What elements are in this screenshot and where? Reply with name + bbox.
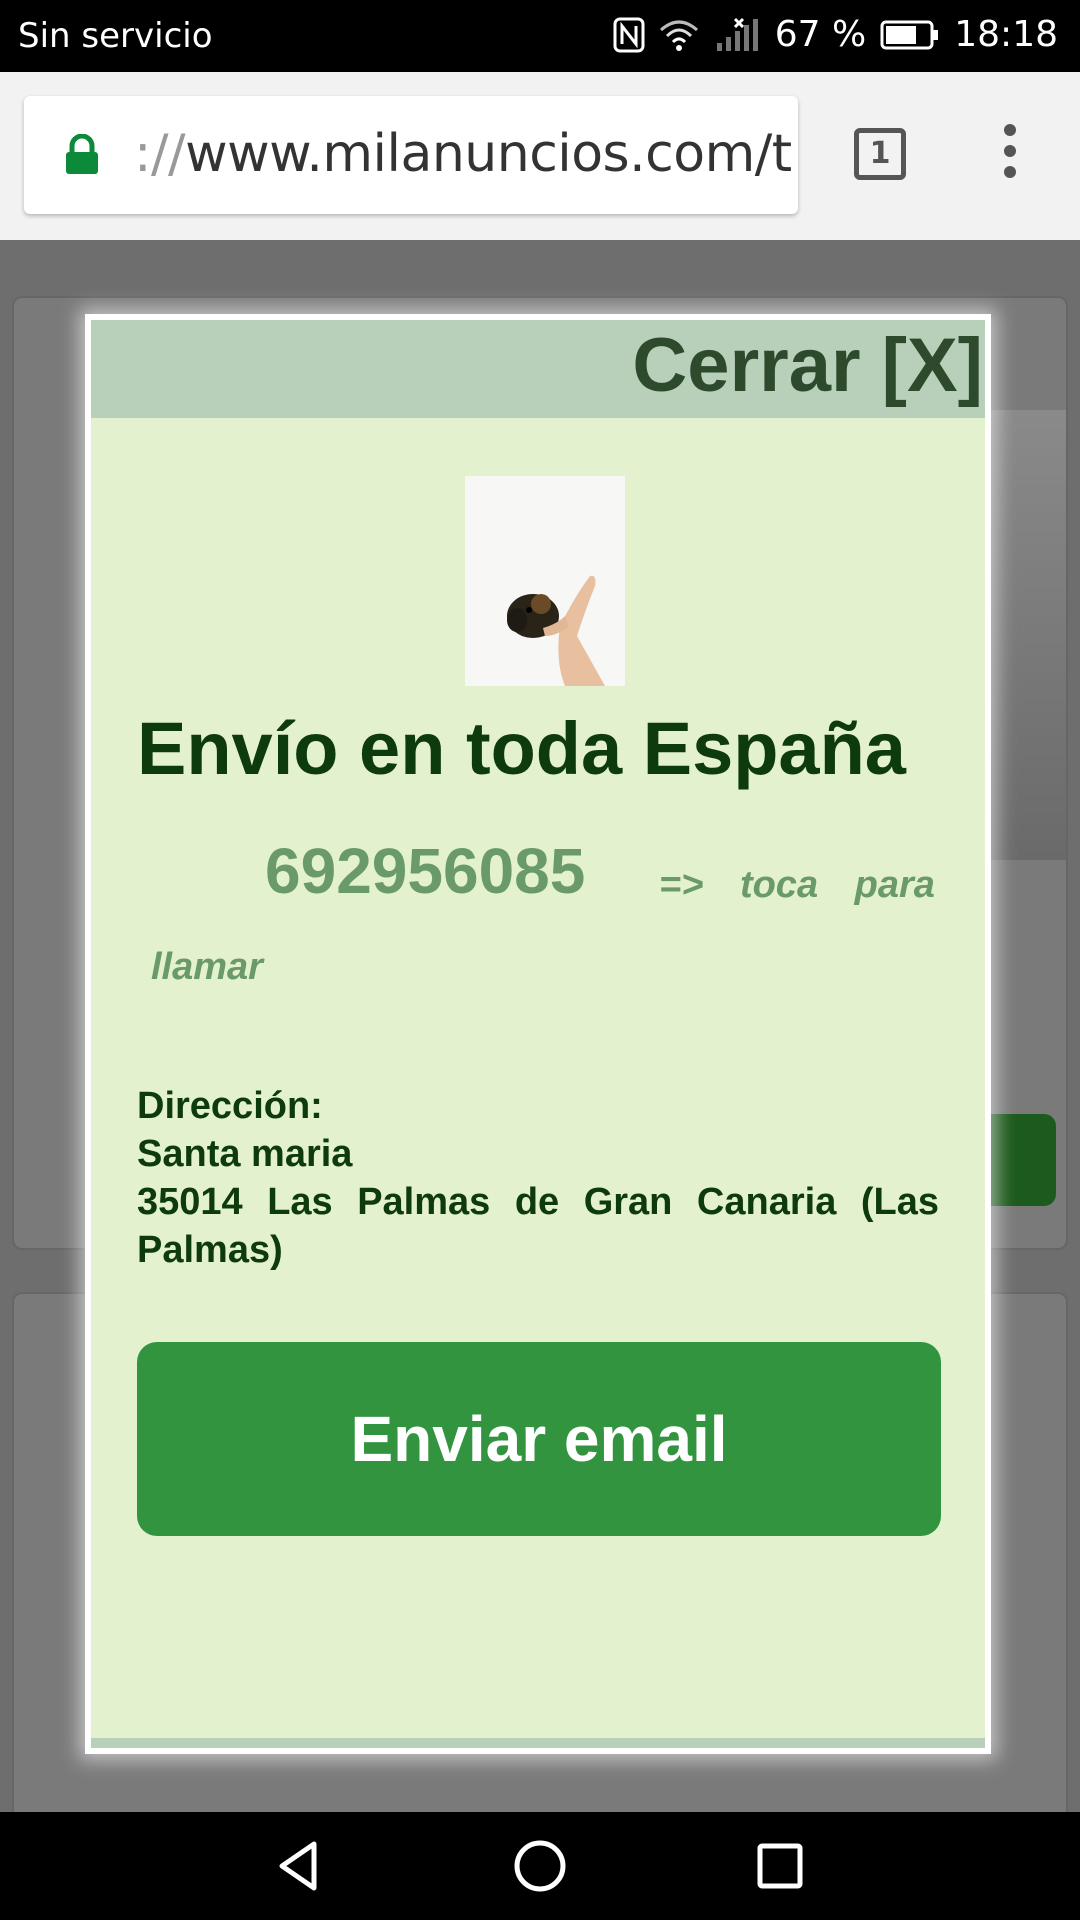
call-hint-continuation[interactable]: llamar	[151, 946, 263, 989]
recents-icon[interactable]	[750, 1836, 810, 1896]
wifi-icon	[659, 18, 699, 52]
modal-header: Cerrar [X]	[91, 320, 985, 418]
signal-icon	[713, 17, 761, 53]
address-label: Dirección:	[137, 1085, 323, 1127]
clock: 18:18	[954, 14, 1058, 55]
navigation-bar	[0, 1812, 1080, 1920]
battery-percent: 67 %	[774, 14, 867, 55]
address-line-1: Santa maria	[137, 1133, 353, 1175]
address-block: Dirección: Santa maria 35014 Las Palmas …	[137, 1082, 939, 1274]
contact-modal: Cerrar [X] Envío en toda España 69295608…	[85, 314, 991, 1754]
nfc-icon	[613, 17, 645, 53]
modal-footer	[91, 1738, 985, 1748]
carrier-label: Sin servicio	[18, 16, 213, 56]
lock-icon	[64, 133, 100, 181]
phone-number[interactable]: 692956085	[265, 834, 585, 908]
battery-icon	[880, 20, 940, 50]
modal-title: Envío en toda España	[137, 707, 906, 790]
browser-toolbar: ://www.milanuncios.com/t 1	[0, 72, 1080, 240]
listing-thumbnail	[465, 476, 625, 686]
url-text[interactable]: ://www.milanuncios.com/t	[134, 124, 792, 184]
tab-switcher-button[interactable]: 1	[854, 128, 906, 180]
url-host: www.milanuncios.com/t	[185, 124, 792, 184]
status-icons: 67 % 18:18	[613, 14, 1058, 55]
address-bar[interactable]: ://www.milanuncios.com/t	[24, 96, 798, 214]
home-icon[interactable]	[510, 1836, 570, 1896]
address-line-2: 35014 Las Palmas de Gran Canaria (Las Pa…	[137, 1181, 939, 1271]
url-scheme: ://	[134, 124, 186, 184]
status-bar: Sin servicio 67 % 18:18	[0, 0, 1080, 72]
send-email-button[interactable]: Enviar email	[137, 1342, 941, 1536]
overflow-menu-icon[interactable]	[1000, 124, 1020, 184]
call-hint[interactable]: => toca para	[659, 864, 935, 907]
close-button[interactable]: Cerrar [X]	[632, 322, 983, 409]
back-icon[interactable]	[270, 1836, 330, 1896]
